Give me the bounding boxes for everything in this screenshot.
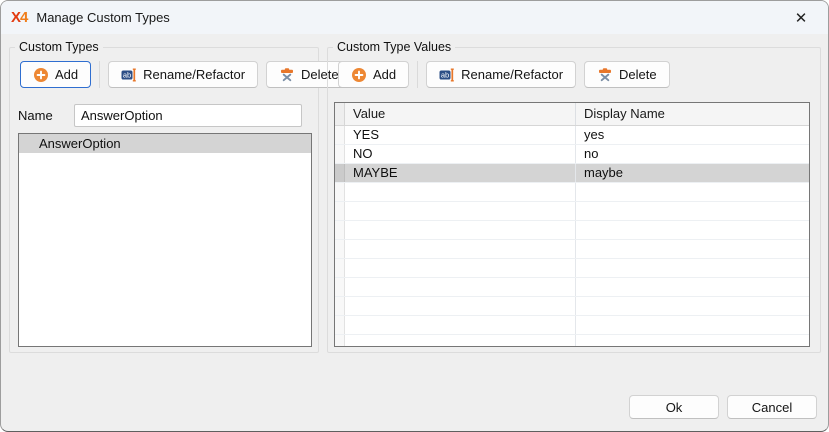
row-header-stub: [335, 297, 345, 315]
cell-value[interactable]: [345, 240, 576, 258]
cell-display-name[interactable]: maybe: [576, 164, 809, 182]
cell-value[interactable]: [345, 202, 576, 220]
table-row-empty[interactable]: [335, 221, 809, 240]
cell-display-name[interactable]: no: [576, 145, 809, 163]
custom-types-group-label: Custom Types: [15, 40, 103, 55]
cell-display-name[interactable]: [576, 316, 809, 334]
app-logo-icon: X4: [11, 9, 27, 26]
row-header-stub: [335, 316, 345, 334]
name-input[interactable]: [74, 104, 302, 127]
row-header-stub: [335, 202, 345, 220]
table-row-empty[interactable]: [335, 335, 809, 347]
list-item[interactable]: AnswerOption: [19, 134, 311, 153]
values-rename-button[interactable]: ab Rename/Refactor: [426, 61, 576, 88]
row-header-stub: [335, 335, 345, 347]
manage-custom-types-dialog: X4 Manage Custom Types ✕ Custom Types Ad…: [0, 0, 829, 432]
row-header-stub: [335, 259, 345, 277]
svg-text:ab: ab: [441, 70, 449, 79]
table-row-empty[interactable]: [335, 240, 809, 259]
rename-button-label: Rename/Refactor: [143, 67, 245, 82]
cell-value[interactable]: [345, 183, 576, 201]
table-row-empty[interactable]: [335, 316, 809, 335]
cell-value[interactable]: [345, 259, 576, 277]
custom-types-group: Custom Types Add ab Rename/Refactor Dele…: [9, 47, 319, 353]
row-header-stub: [335, 278, 345, 296]
cell-value[interactable]: [345, 297, 576, 315]
table-row-empty[interactable]: [335, 297, 809, 316]
cell-display-name[interactable]: [576, 221, 809, 239]
cancel-button[interactable]: Cancel: [727, 395, 817, 419]
custom-types-list[interactable]: AnswerOption: [18, 133, 312, 347]
cell-display-name[interactable]: [576, 278, 809, 296]
toolbar-separator: [417, 61, 418, 88]
custom-type-values-toolbar: Add ab Rename/Refactor Delete: [338, 61, 670, 88]
delete-icon: [597, 67, 613, 83]
row-header-stub: [335, 164, 345, 182]
cell-display-name[interactable]: yes: [576, 126, 809, 144]
cell-value[interactable]: YES: [345, 126, 576, 144]
add-icon: [33, 67, 49, 83]
table-row-empty[interactable]: [335, 259, 809, 278]
cell-value[interactable]: [345, 316, 576, 334]
row-header-stub: [335, 145, 345, 163]
delete-icon: [279, 67, 295, 83]
rename-refactor-icon: ab: [439, 67, 455, 83]
row-header-stub: [335, 183, 345, 201]
toolbar-separator: [99, 61, 100, 88]
title-bar: X4 Manage Custom Types ✕: [1, 1, 828, 34]
row-header-stub: [335, 103, 345, 125]
custom-type-values-group: Custom Type Values Add ab Rename/Refacto…: [327, 47, 821, 353]
cell-value[interactable]: NO: [345, 145, 576, 163]
cell-display-name[interactable]: [576, 240, 809, 258]
row-header-stub: [335, 240, 345, 258]
name-label: Name: [18, 108, 53, 123]
table-row[interactable]: YES yes: [335, 126, 809, 145]
window-title: Manage Custom Types: [36, 10, 169, 25]
svg-text:ab: ab: [123, 70, 131, 79]
values-add-button[interactable]: Add: [338, 61, 409, 88]
custom-type-values-group-label: Custom Type Values: [333, 40, 455, 55]
table-row[interactable]: MAYBE maybe: [335, 164, 809, 183]
custom-type-values-table[interactable]: Value Display Name YES yes NO no MAYBE m…: [334, 102, 810, 347]
cell-display-name[interactable]: [576, 202, 809, 220]
cell-display-name[interactable]: [576, 297, 809, 315]
ok-button[interactable]: Ok: [629, 395, 719, 419]
cell-value[interactable]: [345, 278, 576, 296]
cell-value[interactable]: [345, 335, 576, 347]
custom-types-rename-button[interactable]: ab Rename/Refactor: [108, 61, 258, 88]
column-header-value[interactable]: Value: [345, 103, 576, 125]
table-header-row: Value Display Name: [335, 103, 809, 126]
table-row[interactable]: NO no: [335, 145, 809, 164]
close-icon[interactable]: ✕: [784, 4, 818, 32]
cell-value[interactable]: [345, 221, 576, 239]
table-row-empty[interactable]: [335, 202, 809, 221]
table-row-empty[interactable]: [335, 183, 809, 202]
add-button-label: Add: [373, 67, 396, 82]
delete-button-label: Delete: [619, 67, 657, 82]
custom-types-toolbar: Add ab Rename/Refactor Delete: [20, 61, 352, 88]
rename-refactor-icon: ab: [121, 67, 137, 83]
cell-display-name[interactable]: [576, 183, 809, 201]
row-header-stub: [335, 221, 345, 239]
values-delete-button[interactable]: Delete: [584, 61, 670, 88]
cell-display-name[interactable]: [576, 259, 809, 277]
cell-value[interactable]: MAYBE: [345, 164, 576, 182]
rename-button-label: Rename/Refactor: [461, 67, 563, 82]
add-icon: [351, 67, 367, 83]
add-button-label: Add: [55, 67, 78, 82]
row-header-stub: [335, 126, 345, 144]
column-header-display-name[interactable]: Display Name: [576, 103, 809, 125]
table-row-empty[interactable]: [335, 278, 809, 297]
custom-types-add-button[interactable]: Add: [20, 61, 91, 88]
cell-display-name[interactable]: [576, 335, 809, 347]
